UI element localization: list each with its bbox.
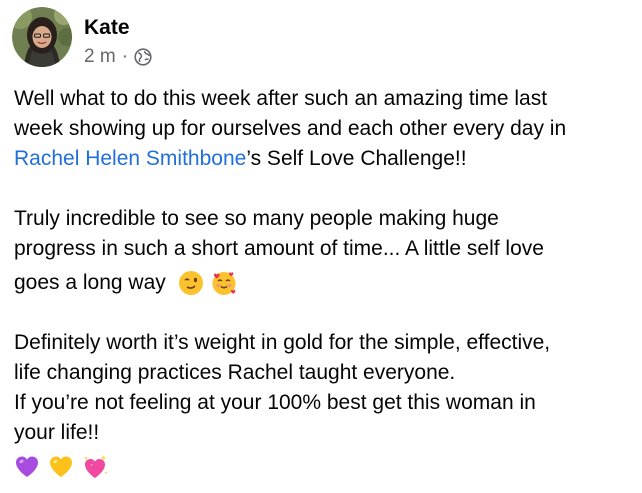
globe-icon	[134, 48, 152, 66]
post-text-fragment: ’s Self Love Challenge!!	[246, 147, 467, 170]
post-text-line: Definitely worth it’s weight in gold for…	[14, 331, 551, 354]
post-body: Well what to do this week after such an …	[14, 84, 634, 480]
post-text-line: Rachel Helen Smithbone’s Self Love Chall…	[14, 144, 634, 174]
post-text-line: life changing practices Rachel taught ev…	[14, 361, 456, 384]
post-text-fragment: goes a long way	[14, 271, 166, 294]
winking-face-emoji	[178, 270, 204, 296]
post-subline: 2 m ·	[84, 46, 152, 68]
smiling-face-with-hearts-emoji	[211, 270, 237, 296]
meta-separator: ·	[121, 46, 129, 67]
purple-heart-emoji	[14, 454, 40, 480]
post-meta: Kate 2 m ·	[84, 7, 152, 68]
post-header: Kate 2 m ·	[12, 7, 152, 69]
post-text-line: goes a long way	[14, 268, 634, 298]
post-text-line: your life!!	[14, 421, 100, 444]
mention-link[interactable]: Rachel Helen Smithbone	[14, 147, 246, 170]
emoji-row	[14, 452, 634, 480]
post-paragraph-1: Well what to do this week after such an …	[14, 84, 634, 174]
yellow-heart-emoji	[48, 454, 74, 480]
post-text-line: Well what to do this week after such an …	[14, 87, 548, 110]
sparkling-heart-emoji	[82, 454, 108, 480]
post-paragraph-2: Truly incredible to see so many people m…	[14, 204, 634, 298]
post-text-line: Truly incredible to see so many people m…	[14, 207, 499, 230]
post-text-line: progress in such a short amount of time.…	[14, 237, 544, 260]
author-avatar[interactable]	[12, 7, 72, 67]
facebook-post: Kate 2 m · Well what to do this week aft…	[0, 0, 642, 493]
avatar-image	[12, 7, 72, 67]
post-timestamp[interactable]: 2 m	[84, 46, 116, 68]
post-paragraph-3: Definitely worth it’s weight in gold for…	[14, 328, 634, 480]
post-text-line: week showing up for ourselves and each o…	[14, 117, 567, 140]
author-name[interactable]: Kate	[84, 16, 152, 40]
post-text-line: If you’re not feeling at your 100% best …	[14, 391, 536, 414]
